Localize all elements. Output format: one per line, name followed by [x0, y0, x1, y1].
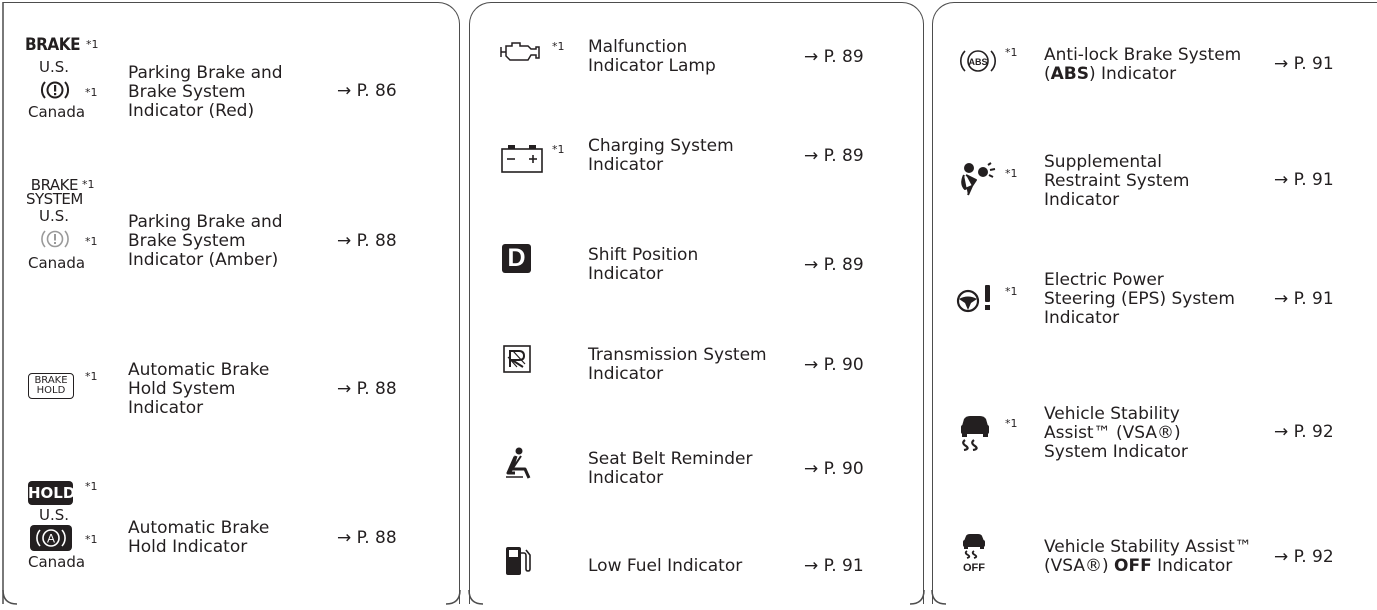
panel-frame-decoration	[2, 2, 947, 605]
